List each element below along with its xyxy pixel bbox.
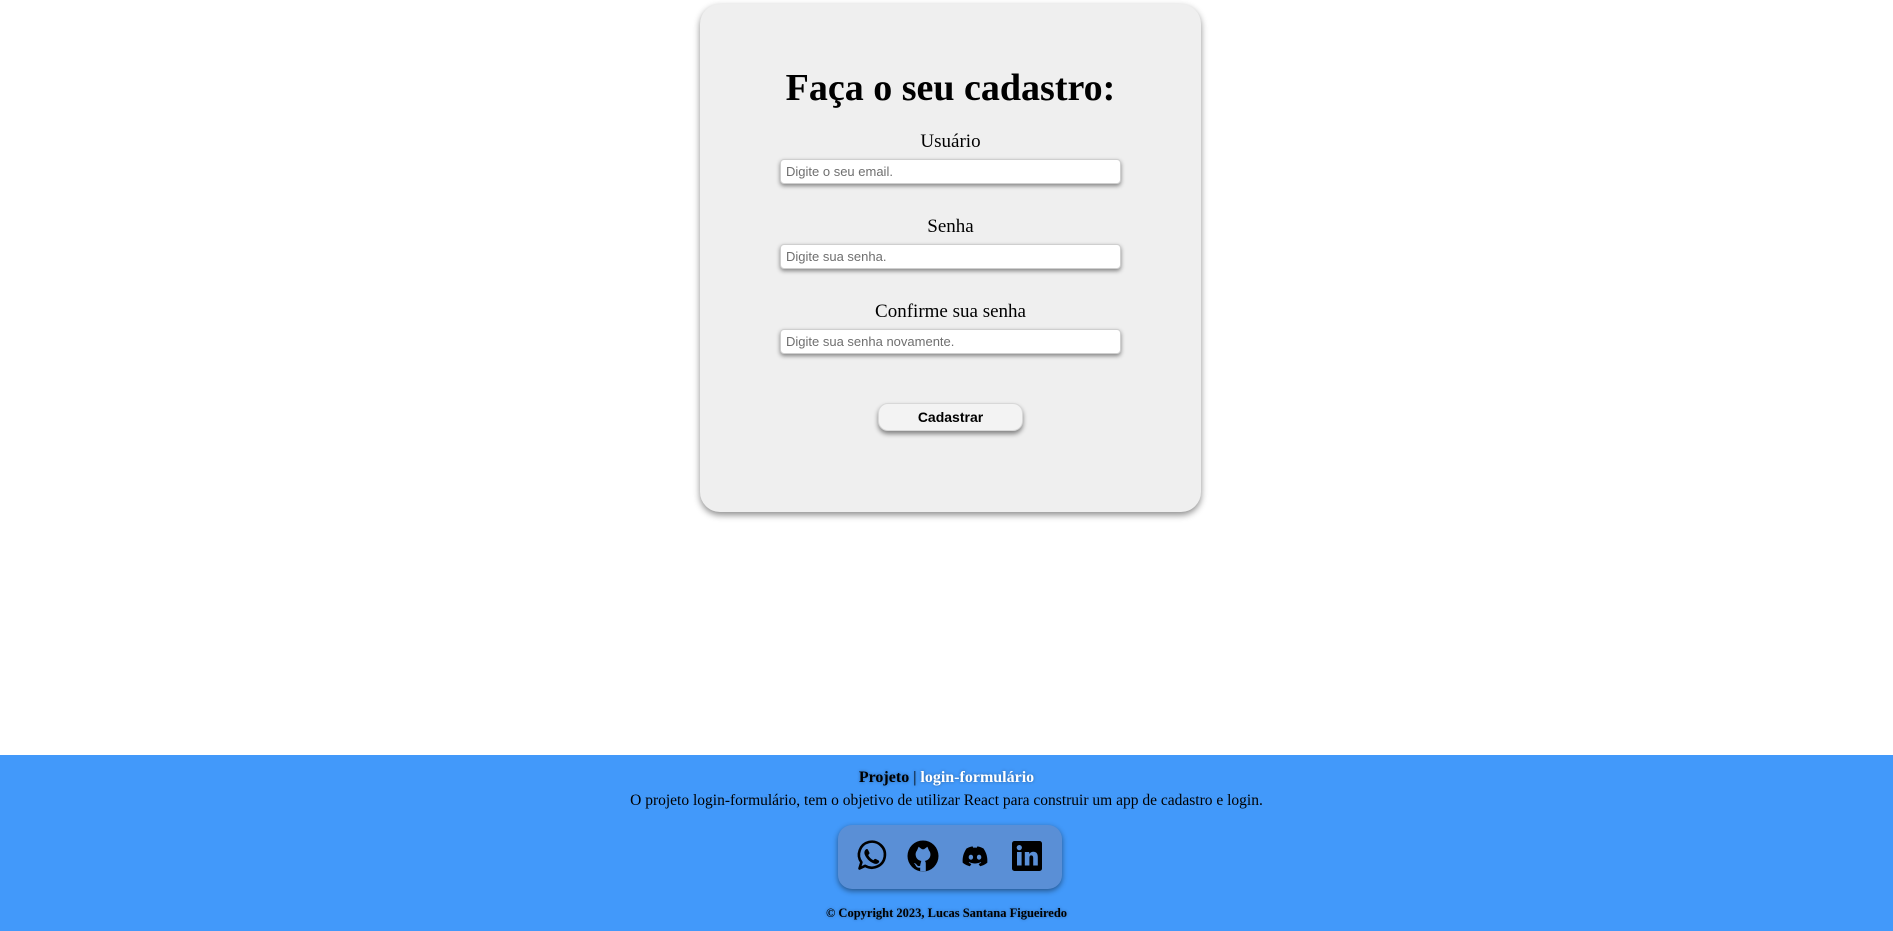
email-field[interactable]: [780, 159, 1121, 184]
password-field[interactable]: [780, 244, 1121, 269]
copyright-text: © Copyright 2023, Lucas Santana Figueire…: [825, 906, 1068, 920]
confirm-password-label: Confirme sua senha: [875, 301, 1026, 322]
repo-link[interactable]: login-formulário: [920, 769, 1034, 786]
password-label: Senha: [927, 216, 974, 237]
page: Faça o seu cadastro: Usuário Senha Confi…: [0, 0, 1893, 931]
form-title: Faça o seu cadastro:: [785, 67, 1116, 109]
signup-card: Faça o seu cadastro: Usuário Senha Confi…: [700, 4, 1201, 512]
confirm-password-field[interactable]: [780, 329, 1121, 354]
register-button[interactable]: Cadastrar: [878, 403, 1023, 431]
project-description: O projeto login-formulário, tem o objeti…: [630, 792, 1263, 809]
user-label: Usuário: [920, 131, 981, 152]
whatsapp-icon[interactable]: [853, 838, 889, 874]
github-icon[interactable]: [905, 838, 941, 874]
footer-heading: Projeto | login-formulário: [0, 768, 1893, 788]
project-label: Projeto: [858, 769, 910, 786]
footer: Projeto | login-formulário O projeto log…: [0, 755, 1893, 931]
linkedin-icon[interactable]: [1009, 838, 1045, 874]
social-links: [838, 825, 1062, 889]
discord-icon[interactable]: [957, 838, 993, 874]
heading-separator: |: [913, 769, 917, 786]
